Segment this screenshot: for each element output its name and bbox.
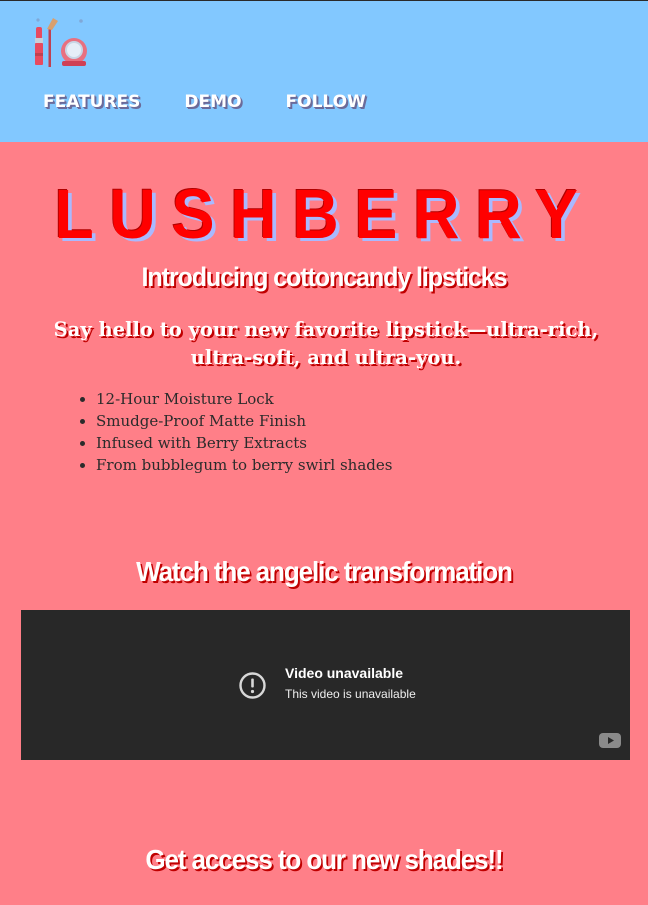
- brand-title: LUSHBERRY: [54, 175, 594, 253]
- list-item: From bubblegum to berry swirl shades: [96, 454, 392, 476]
- video-embed[interactable]: [21, 610, 630, 760]
- hero-tagline: Say hello to your new favorite lipstick—…: [53, 318, 599, 369]
- nav-link-follow[interactable]: FOLLOW: [286, 92, 366, 112]
- makeup-cosmetics-icon[interactable]: [32, 17, 92, 69]
- site-header: FEATURES DEMO FOLLOW: [0, 0, 648, 142]
- access-heading: Get access to our new shades!!: [145, 844, 503, 875]
- demo-heading: Watch the angelic transformation: [136, 556, 513, 587]
- list-item: Smudge-Proof Matte Finish: [96, 410, 392, 432]
- feature-list: 12-Hour Moisture Lock Smudge-Proof Matte…: [77, 388, 392, 476]
- main-nav: FEATURES DEMO FOLLOW: [43, 92, 366, 112]
- list-item: 12-Hour Moisture Lock: [96, 388, 392, 410]
- video-error-title: Video unavailable: [285, 665, 404, 681]
- video-error-message: This video is unavailable: [285, 687, 416, 701]
- hero-subtitle: Introducing cottoncandy lipsticks: [141, 262, 508, 292]
- nav-link-features[interactable]: FEATURES: [43, 92, 140, 112]
- nav-link-demo[interactable]: DEMO: [184, 92, 241, 112]
- list-item: Infused with Berry Extracts: [96, 432, 392, 454]
- youtube-icon[interactable]: [599, 733, 621, 748]
- alert-circle-icon: [239, 672, 266, 699]
